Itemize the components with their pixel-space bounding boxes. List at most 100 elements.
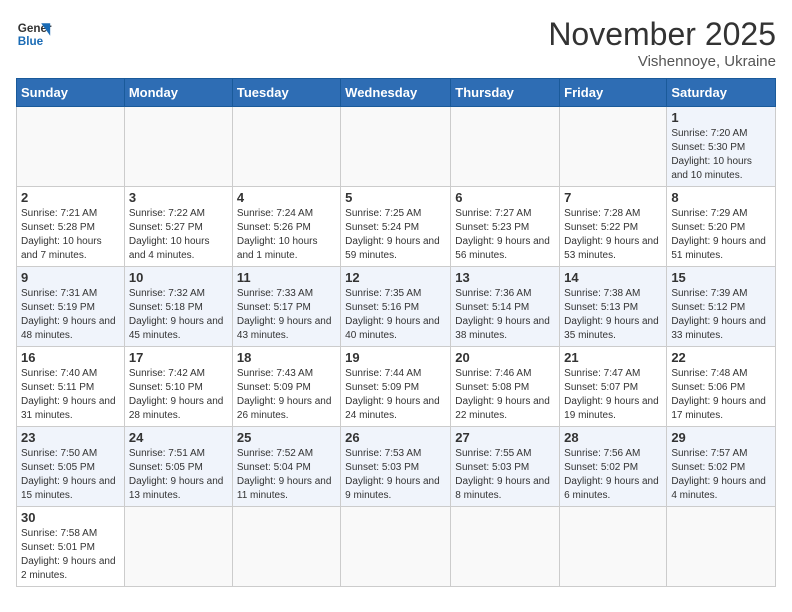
- calendar-cell: 12Sunrise: 7:35 AM Sunset: 5:16 PM Dayli…: [341, 267, 451, 347]
- calendar-cell: 29Sunrise: 7:57 AM Sunset: 5:02 PM Dayli…: [667, 427, 776, 507]
- calendar-cell: [451, 507, 560, 587]
- calendar-cell: 17 Sunrise: 7:42 AM Sunset: 5:10 PM Dayli…: [124, 347, 232, 427]
- calendar-cell: 13 Sunrise: 7:36 AM Sunset: 5:14 PM Dayli…: [451, 267, 560, 347]
- logo: General Blue: [16, 16, 52, 52]
- day-info: Sunrise: 7:20 AM Sunset: 5:30 PM Dayligh…: [671, 127, 771, 183]
- day-info: Sunrise: 7:28 AM Sunset: 5:22 PM Dayligh…: [564, 207, 662, 263]
- day-number: 9: [21, 270, 120, 285]
- day-info: Sunrise: 7:21 AM Sunset: 5:28 PM Dayligh…: [21, 207, 120, 263]
- day-number: 6: [455, 190, 555, 205]
- title-block: November 2025 Vishennoye, Ukraine: [548, 16, 776, 70]
- day-info: Sunrise: 7:40 AM Sunset: 5:11 PM Dayligh…: [21, 367, 120, 423]
- calendar-cell: [232, 507, 340, 587]
- day-number: 22: [671, 350, 771, 365]
- calendar-cell: 24Sunrise: 7:51 AM Sunset: 5:05 PM Dayli…: [124, 427, 232, 507]
- day-info: Sunrise: 7:48 AM Sunset: 5:06 PM Dayligh…: [671, 367, 771, 423]
- day-number: 16: [21, 350, 120, 365]
- day-info: Sunrise: 7:38 AM Sunset: 5:13 PM Dayligh…: [564, 287, 662, 343]
- day-info: Sunrise: 7:32 AM Sunset: 5:18 PM Dayligh…: [129, 287, 228, 343]
- calendar-cell: [560, 107, 667, 187]
- day-number: 28: [564, 430, 662, 445]
- calendar-cell: 14 Sunrise: 7:38 AM Sunset: 5:13 PM Dayli…: [560, 267, 667, 347]
- calendar-cell: 5Sunrise: 7:25 AM Sunset: 5:24 PM Daylig…: [341, 187, 451, 267]
- day-number: 7: [564, 190, 662, 205]
- calendar-cell: [232, 107, 340, 187]
- day-number: 11: [237, 270, 336, 285]
- calendar-cell: 9Sunrise: 7:31 AM Sunset: 5:19 PM Daylig…: [17, 267, 125, 347]
- day-number: 5: [345, 190, 446, 205]
- calendar-cell: [17, 107, 125, 187]
- day-number: 2: [21, 190, 120, 205]
- calendar-week-row: 9Sunrise: 7:31 AM Sunset: 5:19 PM Daylig…: [17, 267, 776, 347]
- weekday-header-thursday: Thursday: [451, 79, 560, 107]
- location-subtitle: Vishennoye, Ukraine: [548, 53, 776, 70]
- calendar-cell: 23Sunrise: 7:50 AM Sunset: 5:05 PM Dayli…: [17, 427, 125, 507]
- svg-text:Blue: Blue: [18, 35, 44, 48]
- calendar-cell: 10 Sunrise: 7:32 AM Sunset: 5:18 PM Dayli…: [124, 267, 232, 347]
- weekday-header-row: SundayMondayTuesdayWednesdayThursdayFrid…: [17, 79, 776, 107]
- day-number: 29: [671, 430, 771, 445]
- calendar-cell: [341, 507, 451, 587]
- calendar-cell: 15Sunrise: 7:39 AM Sunset: 5:12 PM Dayli…: [667, 267, 776, 347]
- day-number: 18: [237, 350, 336, 365]
- day-info: Sunrise: 7:29 AM Sunset: 5:20 PM Dayligh…: [671, 207, 771, 263]
- calendar-cell: 8 Sunrise: 7:29 AM Sunset: 5:20 PM Daylig…: [667, 187, 776, 267]
- day-number: 19: [345, 350, 446, 365]
- day-info: Sunrise: 7:56 AM Sunset: 5:02 PM Dayligh…: [564, 447, 662, 503]
- calendar-cell: 2 Sunrise: 7:21 AM Sunset: 5:28 PM Daylig…: [17, 187, 125, 267]
- day-number: 13: [455, 270, 555, 285]
- day-info: Sunrise: 7:47 AM Sunset: 5:07 PM Dayligh…: [564, 367, 662, 423]
- day-info: Sunrise: 7:24 AM Sunset: 5:26 PM Dayligh…: [237, 207, 336, 263]
- day-info: Sunrise: 7:36 AM Sunset: 5:14 PM Dayligh…: [455, 287, 555, 343]
- calendar-cell: 18 Sunrise: 7:43 AM Sunset: 5:09 PM Dayli…: [232, 347, 340, 427]
- calendar-week-row: 16 Sunrise: 7:40 AM Sunset: 5:11 PM Dayli…: [17, 347, 776, 427]
- day-info: Sunrise: 7:53 AM Sunset: 5:03 PM Dayligh…: [345, 447, 446, 503]
- day-info: Sunrise: 7:42 AM Sunset: 5:10 PM Dayligh…: [129, 367, 228, 423]
- page-header: General Blue November 2025 Vishennoye, U…: [16, 16, 776, 70]
- calendar-cell: 19Sunrise: 7:44 AM Sunset: 5:09 PM Dayli…: [341, 347, 451, 427]
- weekday-header-friday: Friday: [560, 79, 667, 107]
- calendar-cell: 1 Sunrise: 7:20 AM Sunset: 5:30 PM Daylig…: [667, 107, 776, 187]
- day-number: 23: [21, 430, 120, 445]
- calendar-cell: 6 Sunrise: 7:27 AM Sunset: 5:23 PM Daylig…: [451, 187, 560, 267]
- day-number: 8: [671, 190, 771, 205]
- logo-icon: General Blue: [16, 16, 52, 52]
- calendar-cell: 20Sunrise: 7:46 AM Sunset: 5:08 PM Dayli…: [451, 347, 560, 427]
- day-info: Sunrise: 7:55 AM Sunset: 5:03 PM Dayligh…: [455, 447, 555, 503]
- weekday-header-wednesday: Wednesday: [341, 79, 451, 107]
- day-info: Sunrise: 7:27 AM Sunset: 5:23 PM Dayligh…: [455, 207, 555, 263]
- day-number: 3: [129, 190, 228, 205]
- calendar-cell: 22 Sunrise: 7:48 AM Sunset: 5:06 PM Dayli…: [667, 347, 776, 427]
- calendar-week-row: 30Sunrise: 7:58 AM Sunset: 5:01 PM Dayli…: [17, 507, 776, 587]
- weekday-header-monday: Monday: [124, 79, 232, 107]
- day-info: Sunrise: 7:22 AM Sunset: 5:27 PM Dayligh…: [129, 207, 228, 263]
- day-number: 20: [455, 350, 555, 365]
- calendar-cell: 4 Sunrise: 7:24 AM Sunset: 5:26 PM Daylig…: [232, 187, 340, 267]
- day-number: 21: [564, 350, 662, 365]
- calendar-cell: [124, 107, 232, 187]
- calendar-cell: 21 Sunrise: 7:47 AM Sunset: 5:07 PM Dayli…: [560, 347, 667, 427]
- day-number: 4: [237, 190, 336, 205]
- day-number: 14: [564, 270, 662, 285]
- calendar-week-row: 23Sunrise: 7:50 AM Sunset: 5:05 PM Dayli…: [17, 427, 776, 507]
- calendar-cell: 16 Sunrise: 7:40 AM Sunset: 5:11 PM Dayli…: [17, 347, 125, 427]
- day-info: Sunrise: 7:43 AM Sunset: 5:09 PM Dayligh…: [237, 367, 336, 423]
- day-info: Sunrise: 7:33 AM Sunset: 5:17 PM Dayligh…: [237, 287, 336, 343]
- calendar-cell: 30Sunrise: 7:58 AM Sunset: 5:01 PM Dayli…: [17, 507, 125, 587]
- calendar-cell: 25Sunrise: 7:52 AM Sunset: 5:04 PM Dayli…: [232, 427, 340, 507]
- day-number: 17: [129, 350, 228, 365]
- day-number: 10: [129, 270, 228, 285]
- day-info: Sunrise: 7:39 AM Sunset: 5:12 PM Dayligh…: [671, 287, 771, 343]
- month-title: November 2025: [548, 16, 776, 53]
- day-number: 1: [671, 110, 771, 125]
- weekday-header-saturday: Saturday: [667, 79, 776, 107]
- calendar-cell: 26Sunrise: 7:53 AM Sunset: 5:03 PM Dayli…: [341, 427, 451, 507]
- calendar-cell: 3 Sunrise: 7:22 AM Sunset: 5:27 PM Daylig…: [124, 187, 232, 267]
- calendar-cell: 28 Sunrise: 7:56 AM Sunset: 5:02 PM Dayli…: [560, 427, 667, 507]
- calendar-cell: [560, 507, 667, 587]
- calendar-cell: 11 Sunrise: 7:33 AM Sunset: 5:17 PM Dayli…: [232, 267, 340, 347]
- day-number: 25: [237, 430, 336, 445]
- day-info: Sunrise: 7:58 AM Sunset: 5:01 PM Dayligh…: [21, 527, 120, 583]
- weekday-header-tuesday: Tuesday: [232, 79, 340, 107]
- calendar-cell: [451, 107, 560, 187]
